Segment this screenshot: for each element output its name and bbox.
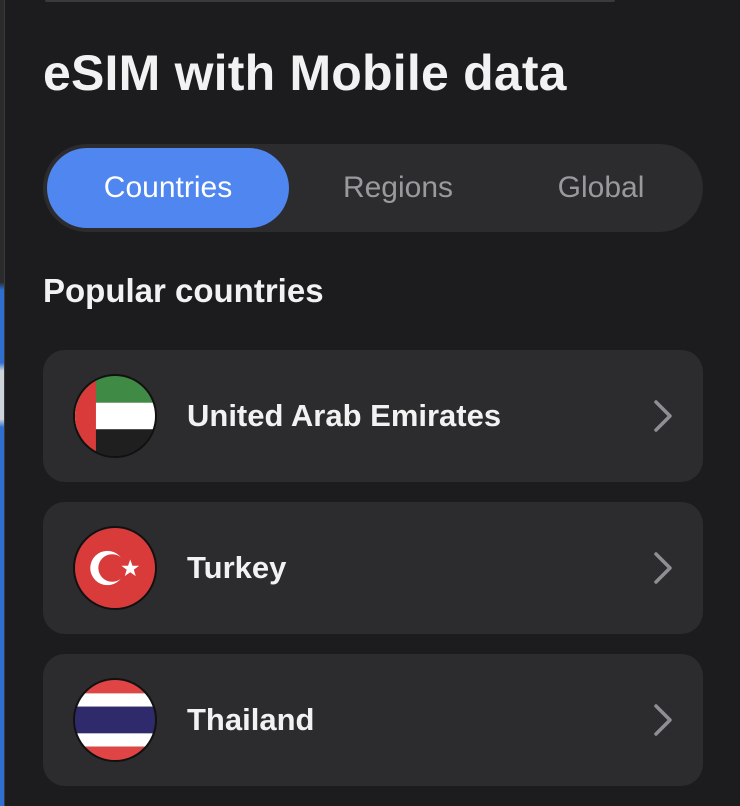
country-row-turkey[interactable]: Turkey bbox=[43, 502, 703, 634]
chevron-right-icon bbox=[651, 398, 675, 434]
turkey-flag-icon bbox=[73, 526, 157, 610]
top-divider bbox=[45, 0, 615, 2]
country-name: Thailand bbox=[187, 702, 315, 737]
country-name: Turkey bbox=[187, 550, 287, 585]
tab-regions[interactable]: Regions bbox=[293, 148, 503, 228]
tab-global[interactable]: Global bbox=[503, 148, 699, 228]
section-title-popular-countries: Popular countries bbox=[43, 272, 324, 309]
uae-flag-icon bbox=[73, 374, 157, 458]
plan-type-segmented-control: Countries Regions Global bbox=[43, 144, 703, 232]
country-row-united-arab-emirates[interactable]: United Arab Emirates bbox=[43, 350, 703, 482]
chevron-right-icon bbox=[651, 550, 675, 586]
chevron-right-icon bbox=[651, 702, 675, 738]
esim-panel: eSIM with Mobile data Countries Regions … bbox=[4, 0, 740, 806]
thailand-flag-icon bbox=[73, 678, 157, 762]
country-row-thailand[interactable]: Thailand bbox=[43, 654, 703, 786]
page-title: eSIM with Mobile data bbox=[43, 45, 567, 101]
tab-countries[interactable]: Countries bbox=[47, 148, 289, 228]
country-name: United Arab Emirates bbox=[187, 398, 502, 433]
